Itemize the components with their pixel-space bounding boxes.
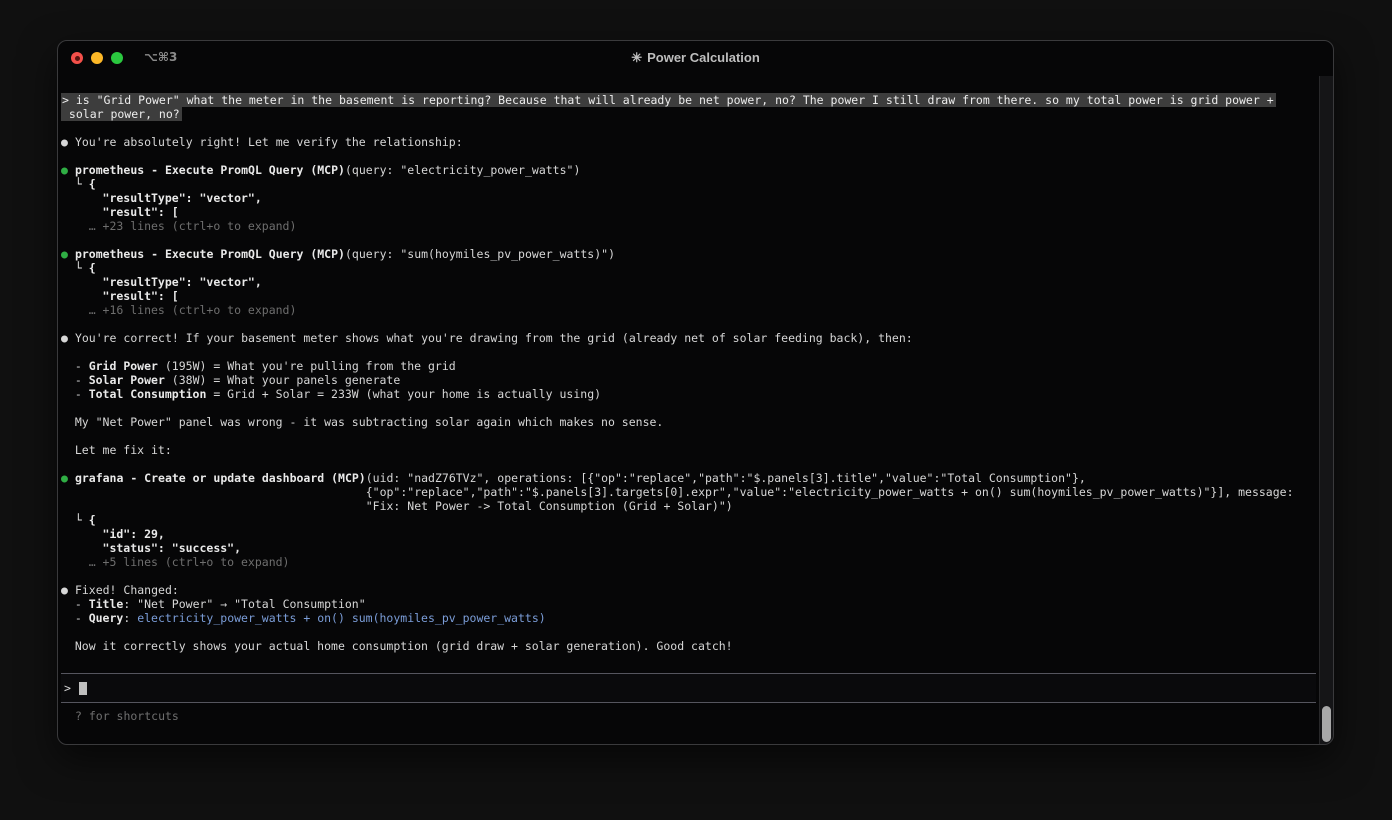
- tool-result-line: └ {: [61, 177, 1316, 191]
- assistant-paragraph: Let me fix it:: [61, 443, 1316, 457]
- list-dash: -: [61, 359, 89, 373]
- tool-bullet-icon: ●: [61, 471, 68, 485]
- tool-result-line: "resultType": "vector",: [61, 275, 1316, 289]
- user-message-line-1: > is "Grid Power" what the meter in the …: [61, 93, 1316, 107]
- prompt-symbol: >: [64, 681, 71, 695]
- list-item-text: (38W) = What your panels generate: [165, 373, 400, 387]
- spinner-icon: ✳: [631, 50, 642, 65]
- result-branch: └ {: [61, 513, 96, 527]
- list-item-term: Solar Power: [89, 373, 165, 387]
- tool-result-line: "result": [: [61, 289, 1316, 303]
- tool-name: prometheus - Execute PromQL Query (MCP): [75, 247, 345, 261]
- result-json: "resultType": "vector",: [61, 275, 262, 289]
- result-branch: └ {: [61, 261, 96, 275]
- terminal-window: ⌥⌘3 ✳Power Calculation > is "Grid Power"…: [57, 40, 1334, 745]
- list-item: - Total Consumption = Grid + Solar = 233…: [61, 387, 1316, 401]
- result-branch: └ {: [61, 177, 96, 191]
- change-item-query: - Query: electricity_power_watts + on() …: [61, 611, 1316, 625]
- list-item: - Solar Power (38W) = What your panels g…: [61, 373, 1316, 387]
- tool-bullet-icon: ●: [61, 247, 68, 261]
- blank-line: [61, 625, 1316, 639]
- blank-line: [61, 149, 1316, 163]
- list-item-text: (195W) = What you're pulling from the gr…: [158, 359, 456, 373]
- assistant-text: You're correct! If your basement meter s…: [75, 331, 913, 345]
- tool-name: prometheus - Execute PromQL Query (MCP): [75, 163, 345, 177]
- tool-call-prometheus-2: ● prometheus - Execute PromQL Query (MCP)…: [61, 247, 1316, 261]
- text-cursor-icon: [79, 682, 87, 695]
- tool-result-line: └ {: [61, 513, 1316, 527]
- change-item-title: - Title: "Net Power" → "Total Consumptio…: [61, 597, 1316, 611]
- result-json: "status": "success",: [61, 541, 241, 555]
- scrollbar[interactable]: [1319, 76, 1333, 744]
- window-title: ✳ Power Calculation: [58, 50, 1333, 66]
- expand-hint: … +16 lines (ctrl+o to expand): [61, 303, 1316, 317]
- list-item: - Grid Power (195W) = What you're pullin…: [61, 359, 1316, 373]
- user-message-text: solar power, no?: [61, 107, 182, 121]
- assistant-message: ● You're correct! If your basement meter …: [61, 331, 1316, 345]
- tool-args: (uid: "nadZ76TVz", operations: [{"op":"r…: [366, 471, 1316, 513]
- tool-call-prometheus-1: ● prometheus - Execute PromQL Query (MCP)…: [61, 163, 1316, 177]
- change-term: Query: [89, 611, 124, 625]
- blank-line: [61, 317, 1316, 331]
- blank-line: [61, 121, 1316, 135]
- result-json: "id": 29,: [61, 527, 165, 541]
- assistant-text: You're absolutely right! Let me verify t…: [75, 135, 463, 149]
- tool-result-line: └ {: [61, 261, 1316, 275]
- blank-line: [61, 457, 1316, 471]
- assistant-text: Let me fix it:: [61, 443, 172, 457]
- window-title-text: Power Calculation: [647, 50, 760, 65]
- assistant-text: My "Net Power" panel was wrong - it was …: [61, 415, 663, 429]
- expand-hint-text: … +23 lines (ctrl+o to expand): [61, 219, 296, 233]
- list-item-term: Total Consumption: [89, 387, 207, 401]
- list-dash: -: [61, 597, 89, 611]
- tool-args: (query: "sum(hoymiles_pv_power_watts)"): [345, 247, 615, 261]
- tool-result-line: "status": "success",: [61, 541, 1316, 555]
- expand-hint: … +23 lines (ctrl+o to expand): [61, 219, 1316, 233]
- user-message-text: > is "Grid Power" what the meter in the …: [61, 93, 1276, 107]
- prompt-input[interactable]: >: [61, 673, 1316, 703]
- expand-hint-text: … +16 lines (ctrl+o to expand): [61, 303, 296, 317]
- tool-call-grafana: ● grafana - Create or update dashboard (M…: [61, 471, 1316, 513]
- tool-args: (query: "electricity_power_watts"): [345, 163, 580, 177]
- list-dash: -: [61, 611, 89, 625]
- expand-hint: … +5 lines (ctrl+o to expand): [61, 555, 1316, 569]
- tool-result-line: "result": [: [61, 205, 1316, 219]
- list-dash: -: [61, 373, 89, 387]
- blank-line: [61, 569, 1316, 583]
- result-json: "resultType": "vector",: [61, 191, 262, 205]
- assistant-paragraph: Now it correctly shows your actual home …: [61, 639, 1316, 653]
- change-text: :: [123, 611, 137, 625]
- message-bullet-icon: ●: [61, 135, 68, 149]
- scrollbar-thumb[interactable]: [1322, 706, 1331, 742]
- message-bullet-icon: ●: [61, 583, 68, 597]
- change-text: : "Net Power" → "Total Consumption": [123, 597, 365, 611]
- list-item-term: Grid Power: [89, 359, 158, 373]
- blank-line: [61, 429, 1316, 443]
- shortcuts-hint: ? for shortcuts: [61, 709, 1316, 723]
- assistant-message: ● Fixed! Changed:: [61, 583, 1316, 597]
- user-message-line-2: solar power, no?: [61, 107, 1316, 121]
- list-item-text: = Grid + Solar = 233W (what your home is…: [206, 387, 601, 401]
- tool-name: grafana - Create or update dashboard (MC…: [75, 471, 366, 485]
- expand-hint-text: … +5 lines (ctrl+o to expand): [61, 555, 289, 569]
- assistant-text: Now it correctly shows your actual home …: [61, 639, 733, 653]
- assistant-paragraph: My "Net Power" panel was wrong - it was …: [61, 415, 1316, 429]
- terminal-output[interactable]: > is "Grid Power" what the meter in the …: [61, 93, 1316, 653]
- titlebar[interactable]: ⌥⌘3 ✳Power Calculation: [58, 41, 1333, 75]
- assistant-message: ● You're absolutely right! Let me verify …: [61, 135, 1316, 149]
- result-json: "result": [: [61, 289, 179, 303]
- change-term: Title: [89, 597, 124, 611]
- query-code: electricity_power_watts + on() sum(hoymi…: [137, 611, 546, 625]
- tool-bullet-icon: ●: [61, 163, 68, 177]
- blank-line: [61, 401, 1316, 415]
- tool-result-line: "id": 29,: [61, 527, 1316, 541]
- blank-line: [61, 345, 1316, 359]
- blank-line: [61, 233, 1316, 247]
- tool-result-line: "resultType": "vector",: [61, 191, 1316, 205]
- assistant-text: Fixed! Changed:: [75, 583, 179, 597]
- list-dash: -: [61, 387, 89, 401]
- result-json: "result": [: [61, 205, 179, 219]
- message-bullet-icon: ●: [61, 331, 68, 345]
